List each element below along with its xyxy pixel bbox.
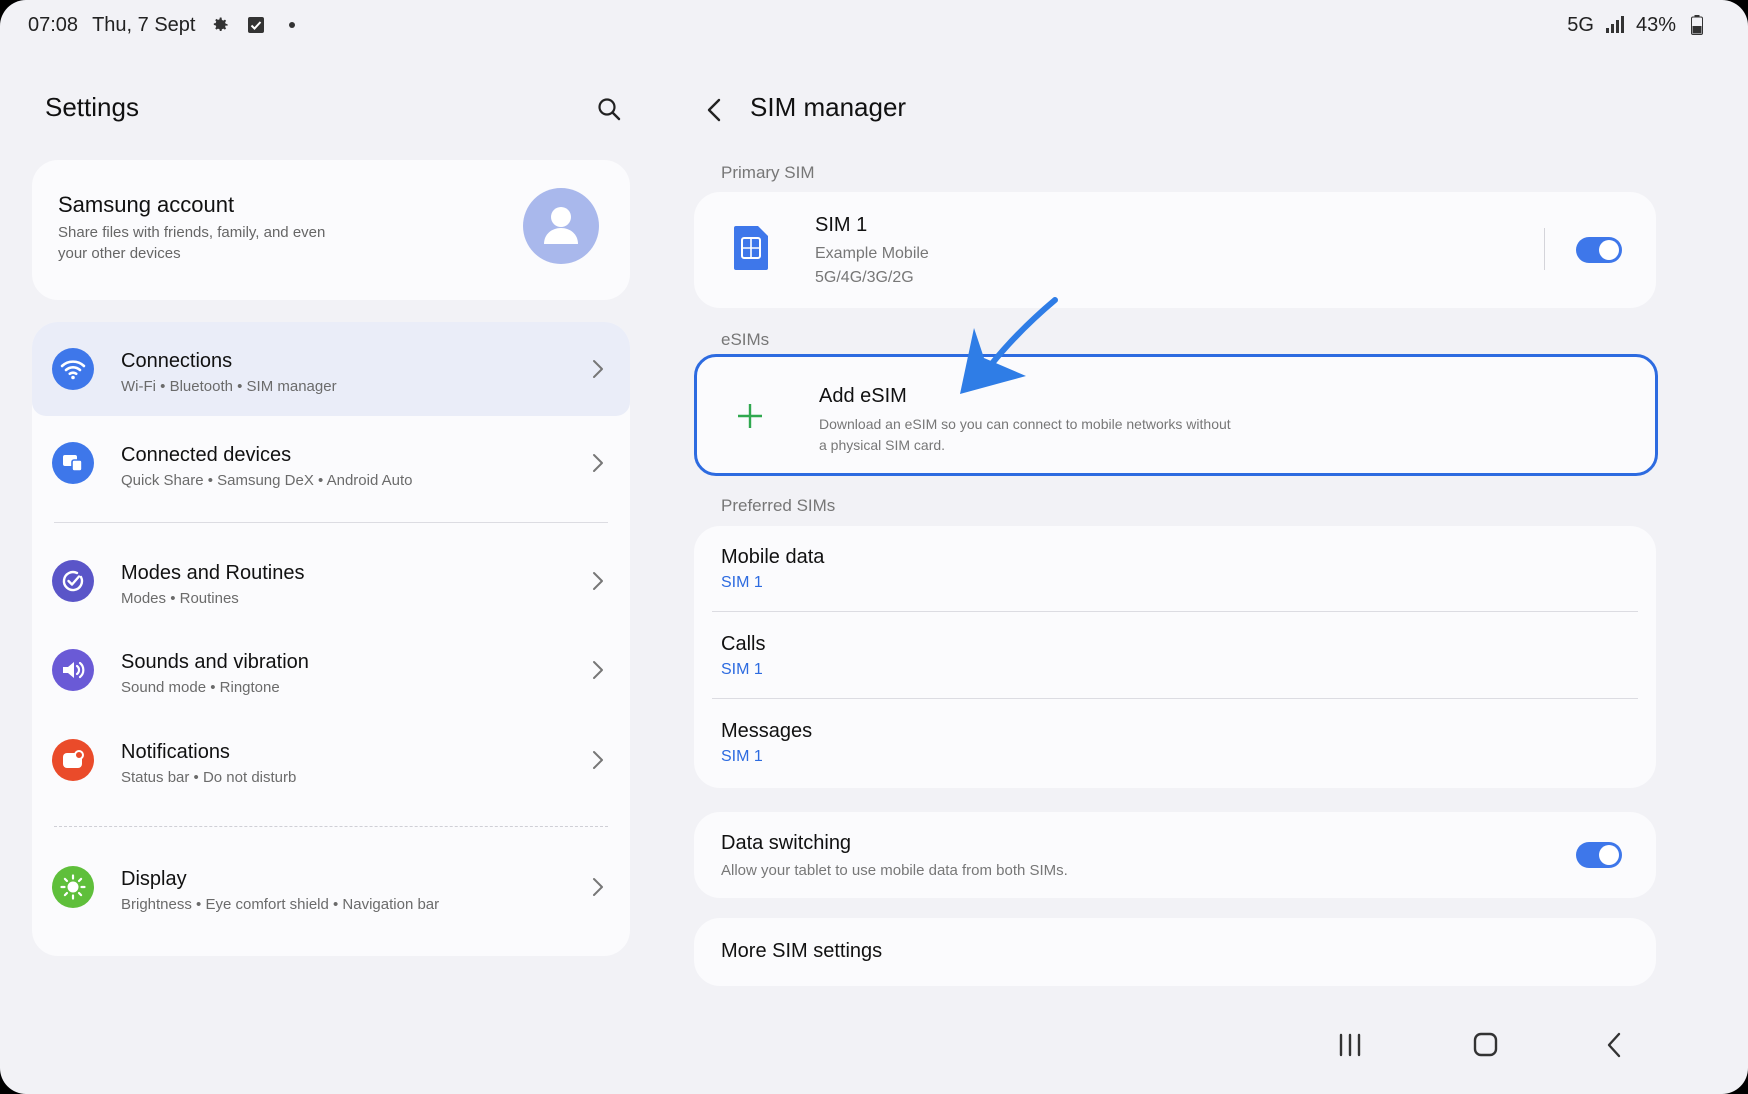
devices-icon [52, 442, 94, 484]
vertical-separator [1544, 228, 1545, 270]
pref-row-mobile-data[interactable]: Mobile data SIM 1 [694, 526, 1656, 612]
battery-percent: 43% [1635, 13, 1676, 36]
menu-item-title: Modes and Routines [121, 562, 305, 584]
network-type: 5G [1567, 13, 1594, 36]
speaker-icon [52, 649, 94, 691]
pref-row-messages[interactable]: Messages SIM 1 [694, 700, 1656, 786]
divider [712, 698, 1638, 699]
status-date: Thu, 7 Sept [92, 13, 196, 36]
sim-details: Example Mobile 5G/4G/3G/2G [815, 242, 929, 290]
data-switching-card[interactable]: Data switching Allow your tablet to use … [694, 812, 1656, 898]
menu-item-subtitle: Modes • Routines [121, 590, 239, 607]
sim-title: SIM 1 [815, 214, 868, 236]
pref-row-calls[interactable]: Calls SIM 1 [694, 613, 1656, 699]
add-esim-subtitle: Download an eSIM so you can connect to m… [819, 416, 1231, 453]
routine-check-icon [52, 560, 94, 602]
chevron-right-icon [590, 876, 606, 898]
dot-icon [281, 14, 303, 36]
plus-icon [735, 401, 765, 431]
section-label-primary-sim: Primary SIM [721, 163, 815, 182]
status-bar: 07:08 Thu, 7 Sept 5G 43% [28, 12, 1708, 38]
sim-1-toggle[interactable] [1576, 237, 1622, 263]
search-icon[interactable] [596, 96, 624, 124]
menu-item-connections[interactable]: Connections Wi-Fi • Bluetooth • SIM mana… [32, 322, 630, 416]
section-label-esims: eSIMs [721, 330, 770, 349]
more-sim-settings-label: More SIM settings [721, 940, 883, 962]
sim-networks: 5G/4G/3G/2G [815, 269, 914, 286]
status-time: 07:08 [28, 13, 79, 36]
menu-item-display[interactable]: Display Brightness • Eye comfort shield … [32, 840, 630, 934]
pref-value: SIM 1 [721, 661, 763, 678]
menu-item-subtitle: Sound mode • Ringtone [121, 679, 280, 696]
settings-menu-card: Connections Wi-Fi • Bluetooth • SIM mana… [32, 322, 630, 956]
menu-item-title: Sounds and vibration [121, 651, 309, 673]
section-label-preferred-sims: Preferred SIMs [721, 496, 836, 515]
menu-item-title: Connections [121, 350, 233, 372]
checkbox-icon [245, 14, 267, 36]
settings-title: Settings [45, 92, 139, 122]
recent-apps-button[interactable] [1333, 1030, 1367, 1060]
menu-item-connected-devices[interactable]: Connected devices Quick Share • Samsung … [32, 416, 630, 510]
signal-bars-icon [1604, 14, 1626, 36]
data-switching-subtitle: Allow your tablet to use mobile data fro… [721, 862, 1068, 879]
nav-back-button[interactable] [1598, 1030, 1632, 1060]
pref-title: Calls [721, 633, 766, 655]
menu-item-subtitle: Wi-Fi • Bluetooth • SIM manager [121, 378, 337, 395]
menu-item-subtitle: Brightness • Eye comfort shield • Naviga… [121, 896, 440, 913]
divider [712, 611, 1638, 612]
chevron-right-icon [590, 570, 606, 592]
chevron-right-icon [590, 749, 606, 771]
chevron-right-icon [590, 452, 606, 474]
menu-item-title: Connected devices [121, 444, 292, 466]
chevron-right-icon [590, 659, 606, 681]
samsung-account-card[interactable]: Samsung account Share files with friends… [32, 160, 630, 300]
more-sim-settings-button[interactable]: More SIM settings [694, 918, 1656, 986]
divider [54, 826, 608, 827]
page-title: SIM manager [750, 92, 907, 122]
data-switching-toggle[interactable] [1576, 842, 1622, 868]
divider [54, 522, 608, 523]
avatar[interactable] [523, 188, 599, 264]
sun-icon [52, 866, 94, 908]
chevron-right-icon [590, 358, 606, 380]
battery-icon [1686, 14, 1708, 36]
tablet-screen: 07:08 Thu, 7 Sept 5G 43% Settings Samsun… [0, 0, 1748, 1094]
add-esim-title: Add eSIM [819, 385, 907, 407]
pref-title: Mobile data [721, 546, 825, 568]
notification-icon [52, 739, 94, 781]
wifi-icon [52, 348, 94, 390]
pref-value: SIM 1 [721, 748, 763, 765]
pref-title: Messages [721, 720, 813, 742]
sim-1-card[interactable]: SIM 1 Example Mobile 5G/4G/3G/2G [694, 192, 1656, 308]
home-button[interactable] [1468, 1030, 1502, 1060]
menu-item-sounds-vibration[interactable]: Sounds and vibration Sound mode • Ringto… [32, 623, 630, 717]
add-esim-button[interactable]: Add eSIM Download an eSIM so you can con… [694, 354, 1658, 476]
pref-value: SIM 1 [721, 574, 763, 591]
account-subtitle: Share files with friends, family, and ev… [58, 224, 326, 262]
menu-item-subtitle: Quick Share • Samsung DeX • Android Auto [121, 472, 413, 489]
menu-item-title: Display [121, 868, 187, 890]
account-title: Samsung account [58, 192, 235, 217]
sim-card-icon [732, 224, 770, 272]
menu-item-modes-routines[interactable]: Modes and Routines Modes • Routines [32, 534, 630, 628]
data-switching-title: Data switching [721, 832, 852, 854]
preferred-sims-card: Mobile data SIM 1 Calls SIM 1 Messages S… [694, 526, 1656, 788]
sim-carrier: Example Mobile [815, 245, 929, 262]
settings-gear-icon [209, 14, 231, 36]
menu-item-title: Notifications [121, 741, 230, 763]
pointer-arrow-icon [950, 296, 1070, 402]
menu-item-notifications[interactable]: Notifications Status bar • Do not distur… [32, 713, 630, 807]
back-button[interactable] [704, 96, 726, 124]
menu-item-subtitle: Status bar • Do not disturb [121, 769, 297, 786]
